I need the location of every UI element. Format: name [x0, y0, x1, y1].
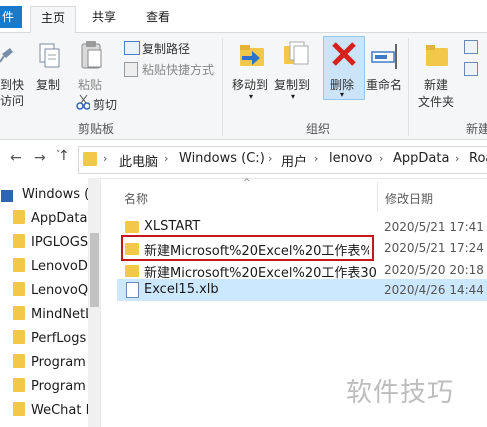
nav-item-label: MindNetL	[31, 307, 88, 322]
drive-icon	[1, 190, 13, 202]
breadcrumb-users[interactable]: 用户	[281, 151, 307, 170]
file-date: 2020/5/20 20:18	[384, 263, 484, 277]
tab-home[interactable]: 主页	[30, 6, 76, 33]
new-folder-button-2[interactable]: 文件夹	[418, 93, 454, 110]
folder-icon	[13, 210, 25, 224]
tab-share[interactable]: 共享	[86, 6, 122, 28]
scissors-icon	[76, 94, 91, 113]
nav-item-label: LenovoDr	[31, 259, 88, 274]
nav-item-label: LenovoQM	[31, 283, 88, 298]
nav-item[interactable]: Program	[13, 352, 88, 374]
delete-icon	[331, 41, 357, 70]
new-folder-button[interactable]: 新建	[424, 76, 448, 93]
sort-up-icon: ^	[243, 178, 251, 188]
back-arrow-icon[interactable]: ←	[10, 150, 22, 166]
nav-item-label: AppData	[31, 211, 88, 226]
folder-icon	[83, 152, 97, 166]
move-to-button[interactable]: 移动到	[232, 76, 268, 93]
copy-to-button[interactable]: 复制到	[274, 76, 310, 93]
watermark-text: 软件技巧	[346, 378, 455, 408]
nav-scrollbar-thumb[interactable]	[90, 233, 99, 307]
file-date: 2020/4/26 14:44	[384, 283, 484, 297]
nav-item-label: WeChat F	[31, 403, 88, 418]
rename-icon	[370, 42, 400, 73]
paste-shortcut-icon	[124, 62, 138, 77]
file-name: Excel15.xlb	[144, 282, 219, 297]
breadcrumb-drive[interactable]: Windows (C:)	[179, 151, 265, 166]
folder-icon	[125, 265, 139, 277]
paste-button[interactable]: 粘贴	[78, 76, 102, 93]
chevron-down-icon: ▾	[249, 92, 254, 101]
nav-item[interactable]: AppData	[13, 208, 88, 230]
chevron-down-icon: ▾	[340, 90, 345, 99]
file-name: 新建Microsoft%20Excel%20工作表%2...	[144, 244, 369, 259]
column-header-name[interactable]: 名称	[124, 190, 148, 207]
nav-item[interactable]: PerfLogs	[13, 328, 88, 350]
forward-arrow-icon[interactable]: →	[34, 150, 46, 166]
copy-path-button[interactable]: 复制路径	[142, 40, 190, 57]
breadcrumb-separator: ›	[268, 152, 273, 165]
nav-item-label: IPGLOGS	[31, 235, 88, 250]
folder-icon	[125, 243, 139, 255]
folder-icon	[125, 221, 139, 233]
nav-item-label: Program	[31, 379, 86, 394]
copy-icon	[38, 42, 62, 73]
chevron-down-icon: ▾	[291, 92, 296, 101]
nav-item[interactable]: LenovoDr	[13, 256, 88, 278]
nav-item[interactable]: MindNetL	[13, 304, 88, 326]
cut-button[interactable]: 剪切	[93, 96, 117, 113]
nav-item-label: Program	[31, 355, 86, 370]
tab-file[interactable]: 件	[0, 6, 22, 28]
pin-quick-access-label[interactable]: 到快	[0, 76, 24, 93]
nav-item-drive[interactable]: Windows (C	[22, 184, 90, 206]
column-header-date[interactable]: 修改日期	[385, 190, 433, 207]
organize-group-label: 组织	[306, 122, 331, 136]
group-divider	[222, 38, 223, 136]
easy-access-icon	[464, 62, 478, 76]
pin-quick-access-label-2[interactable]: 访问	[0, 92, 24, 109]
new-folder-icon	[424, 42, 450, 73]
clipboard-group-label: 剪贴板	[78, 122, 115, 136]
nav-item[interactable]: Program	[13, 376, 88, 398]
copy-to-icon	[282, 40, 312, 73]
folder-icon	[13, 378, 25, 392]
folder-icon	[13, 306, 25, 320]
new-item-icon	[464, 40, 478, 54]
copy-path-icon	[124, 41, 140, 55]
breadcrumb-separator: ›	[314, 152, 319, 165]
paste-icon	[80, 40, 104, 75]
nav-item-label: PerfLogs	[31, 331, 87, 346]
folder-icon	[13, 330, 25, 344]
paste-shortcut-button[interactable]: 粘贴快捷方式	[142, 61, 214, 78]
folder-icon	[13, 234, 25, 248]
copy-button[interactable]: 复制	[36, 76, 60, 93]
folder-icon	[13, 258, 25, 272]
breadcrumb-this-pc[interactable]: 此电脑	[119, 151, 158, 170]
folder-icon	[13, 354, 25, 368]
file-date: 2020/5/21 17:41	[384, 220, 484, 234]
group-divider	[408, 38, 409, 136]
breadcrumb-separator: ›	[164, 152, 169, 165]
file-name: XLSTART	[144, 219, 201, 234]
folder-icon	[13, 402, 25, 416]
pin-icon	[0, 44, 14, 68]
breadcrumb-separator: ›	[379, 152, 384, 165]
file-icon	[126, 282, 139, 298]
breadcrumb-appdata[interactable]: AppData	[393, 151, 449, 166]
breadcrumb-roaming[interactable]: Roa	[469, 151, 487, 166]
tab-view[interactable]: 查看	[140, 6, 176, 28]
breadcrumb-lenovo[interactable]: lenovo	[329, 151, 372, 166]
breadcrumb-separator: ›	[103, 152, 108, 165]
move-to-icon	[238, 42, 268, 73]
nav-item[interactable]: IPGLOGS	[13, 232, 88, 254]
nav-item[interactable]: WeChat F	[13, 400, 88, 422]
nav-item[interactable]: LenovoQM	[13, 280, 88, 302]
new-group-label: 新建	[466, 122, 487, 136]
up-arrow-icon[interactable]: ↑	[58, 148, 70, 164]
column-divider[interactable]	[377, 182, 378, 212]
rename-button[interactable]: 重命名	[366, 76, 402, 93]
folder-icon	[13, 282, 25, 296]
file-date: 2020/5/21 17:24	[384, 241, 484, 255]
breadcrumb-separator: ›	[455, 152, 460, 165]
